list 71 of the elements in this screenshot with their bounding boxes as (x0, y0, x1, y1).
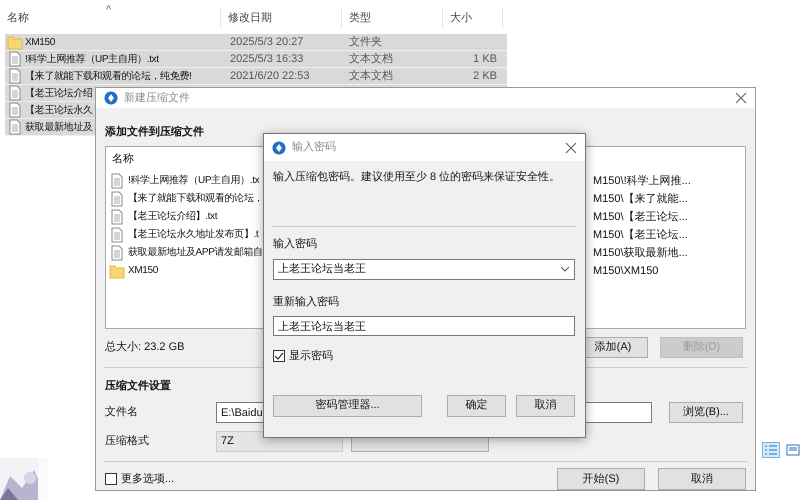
date-cell-text: 2025/5/3 20:27 (229, 34, 304, 50)
app-icon (104, 90, 118, 105)
window-title: 输入密码 (292, 140, 336, 156)
file-icon (109, 172, 125, 189)
file-name[interactable]: !科学上网推荐（UP主自用）.tx (128, 173, 260, 188)
file-path[interactable]: M150\【来了就能... (593, 190, 688, 208)
chevron-down-icon (560, 266, 570, 272)
column-header[interactable]: 修改日期 (221, 8, 342, 28)
start-button[interactable]: 开始(S) (557, 468, 645, 490)
file-path[interactable]: M150\获取最新地... (593, 244, 688, 262)
file-name[interactable]: XM150 (128, 263, 158, 278)
file-icon (7, 119, 23, 135)
file-name[interactable]: 【老王论坛介绍】.txt (128, 209, 218, 224)
app-icon (272, 140, 286, 154)
details-view-button[interactable] (762, 442, 780, 458)
file-icon (7, 68, 23, 84)
field-value: 上老王论坛当老王 (278, 262, 366, 277)
tiles-view-button[interactable] (784, 442, 800, 458)
repeat-password-field[interactable]: 上老王论坛当老王 (273, 316, 575, 336)
file-name: 获取最新地址及 (25, 120, 93, 134)
file-name: 【老王论坛永久 (25, 104, 93, 118)
file-name[interactable]: 获取最新地址及APP请发邮箱自 (128, 245, 263, 260)
file-name: 【老王论坛介绍 (25, 86, 93, 100)
file-name: !科学上网推荐（UP主自用）.txt (25, 52, 159, 66)
file-name[interactable]: 【老王论坛永久地址发布页】.t (128, 227, 258, 242)
list-header: 名称 (112, 152, 135, 168)
date-cell-text: 2021/6/20 22:53 (229, 68, 311, 84)
column-header[interactable]: 大小 (443, 8, 503, 28)
field-label: 压缩格式 (105, 434, 150, 450)
file-path[interactable]: M150\【老王论坛... (593, 208, 688, 226)
close-icon[interactable] (735, 92, 747, 104)
more-options-checkbox[interactable]: 更多选项... (105, 470, 174, 488)
file-path[interactable]: M150\XM150 (593, 262, 658, 280)
total-size: 总大小: 23.2 GB (105, 340, 184, 356)
file-path[interactable]: M150\【老王论坛... (593, 226, 688, 244)
check-icon (274, 351, 284, 362)
file-icon (109, 226, 125, 243)
file-name[interactable]: 【来了就能下载和观看的论坛， (128, 191, 264, 206)
cancel-button[interactable]: 取消 (516, 394, 575, 416)
file-name: XM150 (25, 36, 55, 50)
folder-icon (109, 262, 125, 279)
field-label: 输入密码 (273, 236, 317, 252)
ok-button[interactable]: 确定 (447, 394, 506, 416)
file-icon (7, 102, 23, 118)
date-cell-text: 2025/5/3 16:33 (229, 52, 304, 67)
cancel-button[interactable]: 取消 (658, 468, 746, 490)
window-title: 新建压缩文件 (124, 90, 190, 106)
file-icon (7, 85, 23, 101)
size-cell-text: 1 KB (472, 52, 498, 67)
file-icon (109, 244, 125, 261)
browse-button[interactable]: 浏览(B)... (669, 402, 743, 423)
section-heading: 添加文件到压缩文件 (105, 124, 205, 140)
file-path[interactable]: M150\!科学上网推... (593, 172, 691, 190)
file-icon (7, 51, 23, 67)
type-cell-text: 文本文档 (348, 52, 394, 67)
password-combobox[interactable]: 上老王论坛当老王 (273, 258, 575, 280)
file-icon (109, 190, 125, 207)
close-icon[interactable] (565, 142, 577, 154)
file-name: 【来了就能下载和观看的论坛，纯免费! (25, 70, 192, 84)
column-header[interactable]: 名称 (0, 8, 221, 28)
show-password-checkbox[interactable]: 显示密码 (273, 348, 333, 364)
file-icon (109, 208, 125, 225)
password-manager-button[interactable]: 密码管理器... (273, 394, 422, 416)
dialog-message: 输入压缩包密码。建议使用至少 8 位的密码来保证安全性。 (273, 170, 562, 185)
field-label: 重新输入密码 (273, 294, 339, 310)
column-header[interactable]: 类型 (342, 8, 443, 28)
type-cell-text: 文本文档 (348, 68, 394, 84)
section-heading: 压缩文件设置 (105, 378, 172, 394)
type-cell-text: 文件夹 (348, 34, 383, 50)
size-cell-text: 2 KB (472, 68, 498, 84)
field-label: 文件名 (105, 404, 139, 420)
